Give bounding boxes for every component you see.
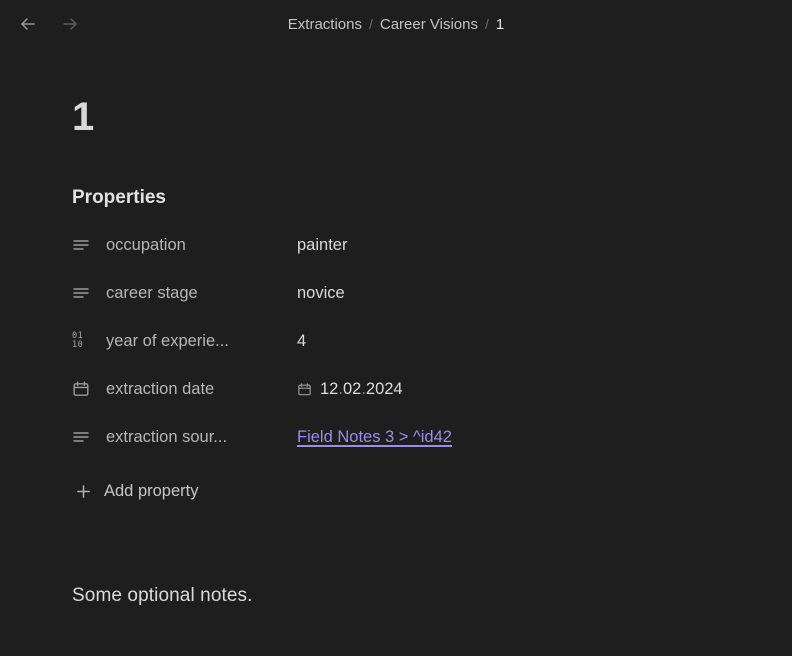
properties-heading: Properties: [72, 187, 166, 208]
top-bar: Extractions / Career Visions / 1: [0, 0, 792, 48]
add-property-label: Add property: [104, 481, 199, 500]
forward-button[interactable]: [56, 10, 84, 38]
text-lines-icon: [72, 282, 94, 304]
breadcrumb-item-career-visions[interactable]: Career Visions: [380, 16, 478, 33]
notes-text[interactable]: Some optional notes.: [72, 585, 792, 607]
page-content: 1 Properties occupation painter career s…: [0, 97, 792, 607]
navigation-buttons: [14, 10, 84, 38]
property-label: career stage: [106, 283, 198, 302]
calendar-icon: [72, 378, 94, 400]
page-title: 1: [72, 95, 95, 139]
property-value[interactable]: 12.02.2024: [297, 380, 403, 399]
add-property-button[interactable]: Add property: [72, 475, 198, 507]
breadcrumb: Extractions / Career Visions / 1: [0, 16, 792, 33]
property-row-year-of-experience[interactable]: 01 10 year of experie... 4: [72, 325, 792, 357]
breadcrumb-separator: /: [368, 16, 373, 32]
property-key[interactable]: occupation: [72, 234, 297, 256]
calendar-icon: [297, 381, 313, 397]
property-value[interactable]: Field Notes 3 > ^id42: [297, 428, 452, 447]
property-value[interactable]: 4: [297, 332, 306, 351]
property-key[interactable]: career stage: [72, 282, 297, 304]
property-key[interactable]: extraction date: [72, 378, 297, 400]
property-label: occupation: [106, 235, 186, 254]
arrow-left-icon: [21, 18, 35, 30]
property-label: extraction date: [106, 379, 215, 398]
back-button[interactable]: [14, 10, 42, 38]
property-row-extraction-date[interactable]: extraction date 12.02.2024: [72, 373, 792, 405]
arrow-right-icon: [63, 18, 77, 30]
property-row-extraction-source[interactable]: extraction sour... Field Notes 3 > ^id42: [72, 421, 792, 453]
property-label: year of experie...: [106, 331, 229, 350]
breadcrumb-item-current[interactable]: 1: [496, 16, 504, 33]
binary-number-icon: 01 10: [72, 331, 84, 350]
property-key[interactable]: extraction sour...: [72, 426, 297, 448]
breadcrumb-item-extractions[interactable]: Extractions: [288, 16, 362, 33]
property-source-link[interactable]: Field Notes 3 > ^id42: [297, 428, 452, 447]
property-row-occupation[interactable]: occupation painter: [72, 229, 792, 261]
property-label: extraction sour...: [106, 427, 228, 446]
text-lines-icon: [72, 426, 94, 448]
breadcrumb-separator: /: [484, 16, 489, 32]
plus-icon: [72, 480, 94, 502]
property-value[interactable]: novice: [297, 284, 345, 303]
property-key[interactable]: 01 10 year of experie...: [72, 330, 297, 352]
text-lines-icon: [72, 234, 94, 256]
properties-list: occupation painter career stage novice 0…: [72, 229, 792, 453]
property-value[interactable]: painter: [297, 236, 347, 255]
property-row-career-stage[interactable]: career stage novice: [72, 277, 792, 309]
date-value: 12.02.2024: [320, 379, 403, 398]
